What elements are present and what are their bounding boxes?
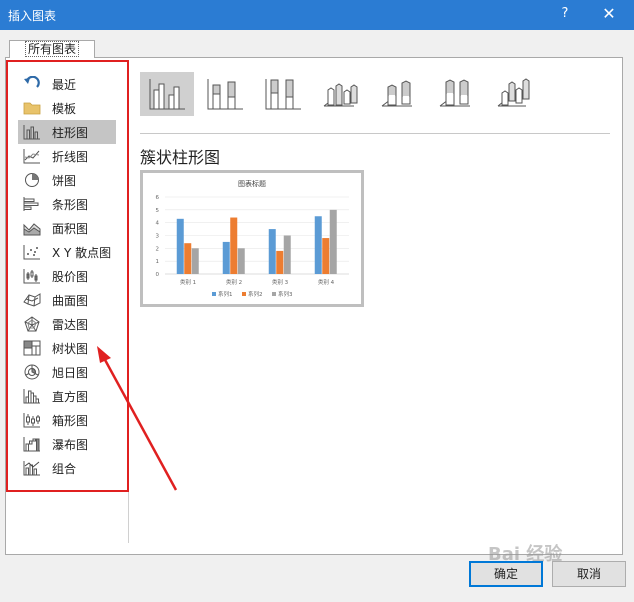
category-histogram[interactable]: 直方图 bbox=[18, 384, 116, 408]
category-area[interactable]: 面积图 bbox=[18, 216, 116, 240]
x-tick-label: 类别 1 bbox=[180, 278, 196, 286]
subtype-3d-stacked-column[interactable] bbox=[372, 72, 426, 116]
legend-swatch bbox=[212, 292, 216, 296]
bar bbox=[329, 209, 337, 274]
preview-legend: 系列1 系列2 系列3 bbox=[212, 290, 293, 298]
bar bbox=[283, 235, 291, 274]
chart-preview[interactable]: 图表标题 0 1 2 3 4 5 6 类别 1 类别 2 类别 3 类别 4 系列1 系列2 系列3 bbox=[140, 170, 364, 307]
x-tick-label: 类别 2 bbox=[226, 278, 242, 286]
treemap-chart-icon bbox=[22, 339, 42, 357]
subtype-3d-100-stacked-column[interactable] bbox=[430, 72, 484, 116]
surface-chart-icon bbox=[22, 291, 42, 309]
y-tick-label: 5 bbox=[156, 208, 160, 214]
bar-chart-icon bbox=[22, 195, 42, 213]
scatter-chart-icon bbox=[22, 243, 42, 261]
category-surface[interactable]: 曲面图 bbox=[18, 288, 116, 312]
y-tick-label: 2 bbox=[156, 246, 160, 252]
bar bbox=[176, 218, 184, 274]
close-button[interactable]: ✕ bbox=[598, 4, 620, 24]
legend-label: 系列2 bbox=[248, 290, 263, 298]
waterfall-chart-icon bbox=[22, 435, 42, 453]
category-treemap[interactable]: 树状图 bbox=[18, 336, 116, 360]
subtype-100-stacked-column[interactable] bbox=[256, 72, 310, 116]
preview-chart-title: 图表标题 bbox=[238, 179, 266, 188]
combo-chart-icon bbox=[22, 459, 42, 477]
histogram-chart-icon bbox=[22, 387, 42, 405]
tab-all-charts[interactable]: 所有图表 bbox=[9, 40, 95, 58]
bar bbox=[322, 238, 330, 274]
bar bbox=[268, 229, 276, 274]
title-bar: 插入图表 ? ✕ bbox=[0, 0, 634, 30]
legend-label: 系列1 bbox=[218, 290, 233, 298]
category-bar[interactable]: 条形图 bbox=[18, 192, 116, 216]
category-stock[interactable]: 股价图 bbox=[18, 264, 116, 288]
subtype-stacked-column[interactable] bbox=[198, 72, 252, 116]
bar bbox=[222, 241, 230, 274]
category-pie[interactable]: 饼图 bbox=[18, 168, 116, 192]
y-tick-label: 6 bbox=[156, 195, 160, 201]
line-chart-icon bbox=[22, 147, 42, 165]
bar bbox=[230, 217, 238, 274]
bar bbox=[237, 248, 245, 274]
category-radar[interactable]: 雷达图 bbox=[18, 312, 116, 336]
y-tick-label: 4 bbox=[156, 221, 160, 227]
radar-chart-icon bbox=[22, 315, 42, 333]
category-column[interactable]: 柱形图 bbox=[18, 120, 116, 144]
chart-category-list: 最近 模板 柱形图 折线图 饼图 条形图 面积图 X Y 散点图 股价图 曲面图… bbox=[18, 72, 118, 480]
stock-chart-icon bbox=[22, 267, 42, 285]
pie-chart-icon bbox=[22, 171, 42, 189]
category-waterfall[interactable]: 瀑布图 bbox=[18, 432, 116, 456]
subtype-3d-clustered-column[interactable] bbox=[314, 72, 368, 116]
help-button[interactable]: ? bbox=[555, 4, 575, 24]
panel-divider bbox=[128, 61, 129, 543]
window-title: 插入图表 bbox=[8, 9, 57, 23]
x-tick-label: 类别 3 bbox=[272, 278, 289, 286]
tab-all-charts-label: 所有图表 bbox=[24, 41, 79, 57]
area-chart-icon bbox=[22, 219, 42, 237]
sunburst-chart-icon bbox=[22, 363, 42, 381]
bar bbox=[191, 248, 199, 274]
y-tick-label: 1 bbox=[156, 259, 160, 265]
subtype-3d-column[interactable] bbox=[488, 72, 542, 116]
y-tick-label: 0 bbox=[156, 272, 160, 278]
ok-button[interactable]: 确定 bbox=[469, 561, 543, 587]
subtype-title: 簇状柱形图 bbox=[140, 148, 221, 167]
subtype-divider bbox=[140, 133, 610, 134]
category-combo[interactable]: 组合 bbox=[18, 456, 116, 480]
legend-swatch bbox=[272, 292, 276, 296]
category-sunburst[interactable]: 旭日图 bbox=[18, 360, 116, 384]
category-recent[interactable]: 最近 bbox=[18, 72, 116, 96]
x-tick-label: 类别 4 bbox=[318, 278, 335, 286]
folder-icon bbox=[22, 99, 42, 117]
preview-chart-svg: 图表标题 0 1 2 3 4 5 6 类别 1 类别 2 类别 3 类别 4 系列1 系列2 系列3 bbox=[156, 179, 349, 298]
bar bbox=[276, 250, 284, 274]
preview-bars bbox=[176, 209, 337, 274]
recent-icon bbox=[22, 75, 42, 93]
y-tick-label: 3 bbox=[156, 234, 160, 240]
box-chart-icon bbox=[22, 411, 42, 429]
column-chart-icon bbox=[22, 123, 42, 141]
legend-swatch bbox=[242, 292, 246, 296]
preview-x-labels: 类别 1 类别 2 类别 3 类别 4 bbox=[180, 278, 335, 286]
subtype-clustered-column[interactable] bbox=[140, 72, 194, 116]
preview-y-ticks: 0 1 2 3 4 5 6 bbox=[156, 195, 160, 278]
cancel-button[interactable]: 取消 bbox=[552, 561, 626, 587]
category-scatter[interactable]: X Y 散点图 bbox=[18, 240, 116, 264]
category-templates[interactable]: 模板 bbox=[18, 96, 116, 120]
category-box[interactable]: 箱形图 bbox=[18, 408, 116, 432]
category-line[interactable]: 折线图 bbox=[18, 144, 116, 168]
bar bbox=[314, 216, 322, 274]
bar bbox=[184, 243, 192, 274]
legend-label: 系列3 bbox=[278, 290, 293, 298]
